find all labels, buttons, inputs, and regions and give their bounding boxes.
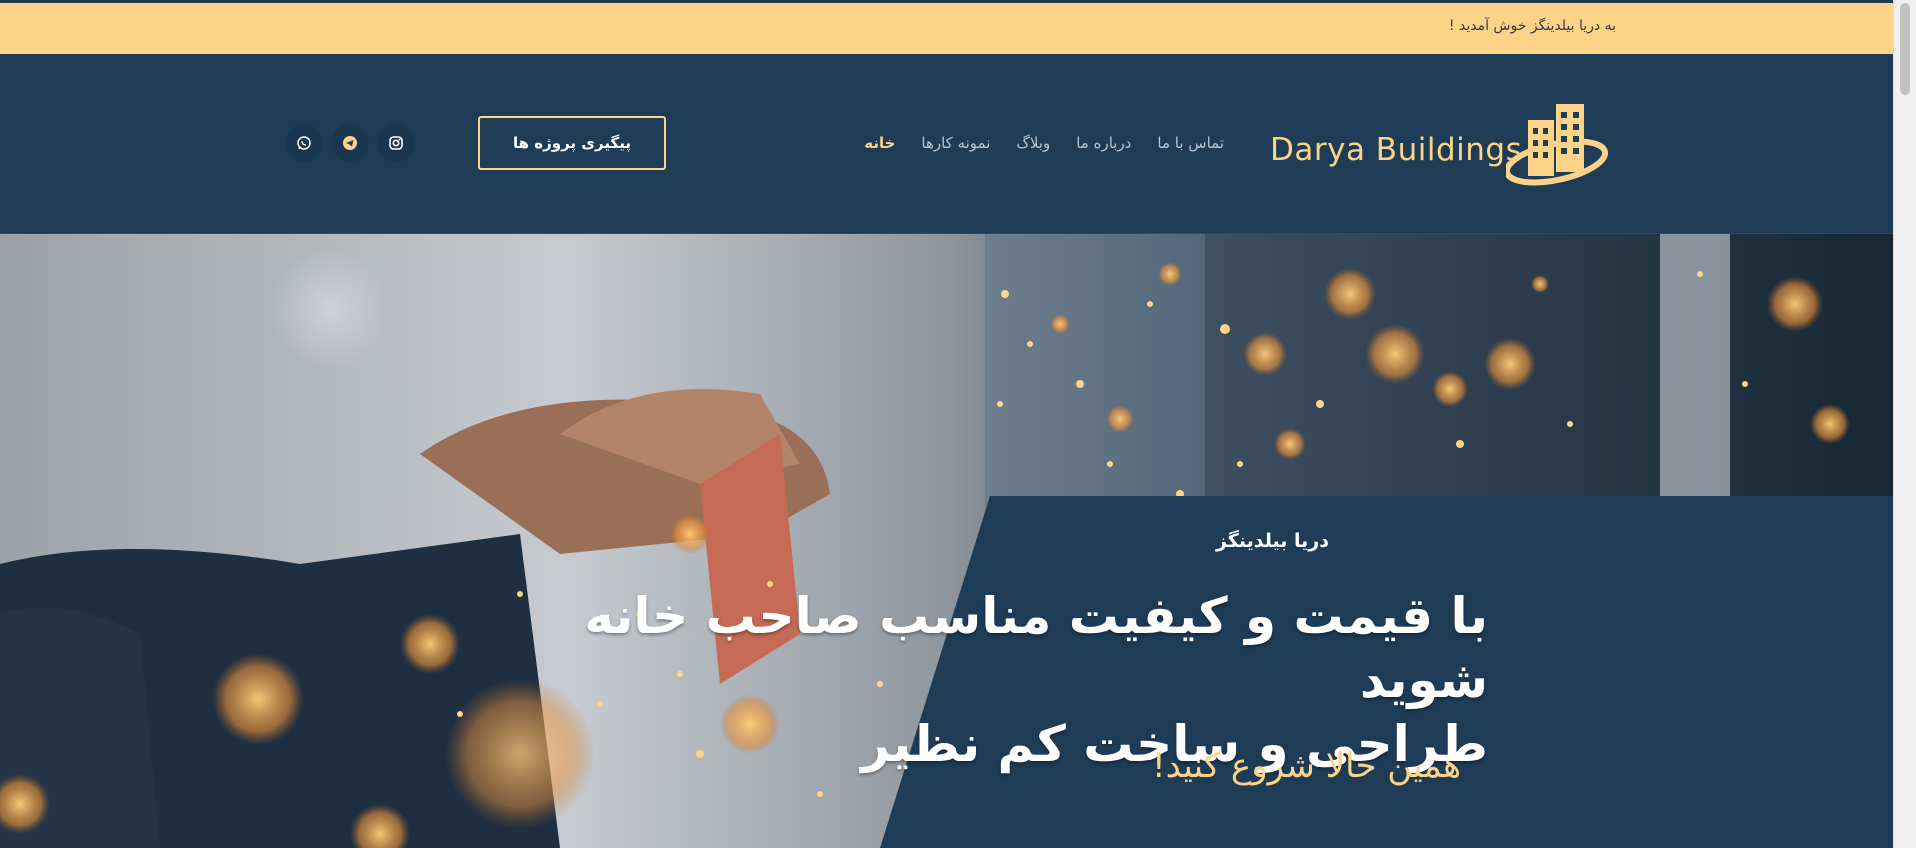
nav-item-portfolio[interactable]: نمونه کارها bbox=[921, 134, 990, 152]
whatsapp-icon[interactable] bbox=[285, 124, 323, 162]
page: به دریا بیلدینگز خوش آمدید ! Darya Build… bbox=[0, 0, 1893, 848]
telegram-icon[interactable] bbox=[331, 124, 369, 162]
site-header: Darya Buildings خانه نمونه کارها وبلاگ د… bbox=[0, 54, 1893, 234]
nav-item-contact[interactable]: تماس با ما bbox=[1157, 134, 1224, 152]
scrollbar-thumb[interactable] bbox=[1900, 3, 1910, 95]
announcement-bar: به دریا بیلدینگز خوش آمدید ! bbox=[0, 3, 1893, 54]
hero-subtitle: دریا بیلدینگز bbox=[1216, 530, 1329, 552]
page-scrollbar[interactable] bbox=[1893, 0, 1916, 848]
announcement-text: به دریا بیلدینگز خوش آمدید ! bbox=[1448, 18, 1616, 34]
site-logo[interactable]: Darya Buildings bbox=[1268, 102, 1609, 192]
main-nav: خانه نمونه کارها وبلاگ درباره ما تماس با… bbox=[864, 134, 1224, 152]
hero-cta-text: همین حالا شروع کنید! bbox=[1151, 746, 1461, 786]
buildings-logo-icon bbox=[1506, 104, 1609, 186]
hero-section: دریا بیلدینگز با قیمت و کیفیت مناسب صاحب… bbox=[0, 234, 1893, 848]
logo-text: Darya Buildings bbox=[1270, 132, 1523, 168]
hero-title-line: با قیمت و کیفیت مناسب صاحب خانه شوید bbox=[584, 587, 1488, 709]
track-projects-button[interactable]: پیگیری پروژه ها bbox=[478, 116, 666, 170]
nav-item-home[interactable]: خانه bbox=[864, 134, 895, 152]
instagram-icon[interactable] bbox=[377, 124, 415, 162]
social-links bbox=[285, 124, 415, 162]
nav-item-about[interactable]: درباره ما bbox=[1076, 134, 1131, 152]
nav-item-blog[interactable]: وبلاگ bbox=[1016, 134, 1050, 152]
